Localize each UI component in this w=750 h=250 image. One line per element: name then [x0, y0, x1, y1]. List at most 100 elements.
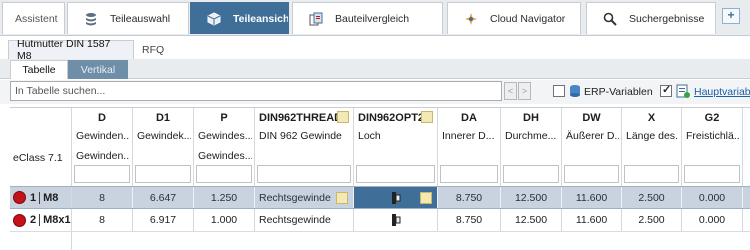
- tab-teileansicht[interactable]: Teileansicht: [190, 2, 289, 34]
- column-header-x[interactable]: X Länge des...: [622, 108, 682, 186]
- column-name: Äußerer D...: [566, 130, 619, 142]
- column-header-dw[interactable]: DW Äußerer D...: [562, 108, 622, 186]
- cell-din962thread[interactable]: Rechtsgewinde: [255, 187, 354, 208]
- filter-input-d[interactable]: [74, 165, 130, 183]
- main-tab-strip: Assistent Teileauswahl Teileansicht Baut…: [0, 0, 750, 36]
- column-header-g2[interactable]: G2 Freistichlä...: [682, 108, 743, 186]
- column-unit: Gewindes...: [198, 150, 252, 162]
- eclass-label: eClass 7.1: [13, 152, 63, 164]
- tab-tabelle[interactable]: Tabelle: [10, 60, 68, 79]
- column-code: DW: [582, 112, 601, 124]
- column-code: P: [220, 112, 228, 124]
- column-header-din962thread[interactable]: DIN962THREAD DIN 962 Gewinde: [255, 108, 354, 186]
- cell-x[interactable]: 2.500: [622, 187, 682, 208]
- status-dot-icon: [13, 191, 26, 204]
- main-variables-link[interactable]: Hauptvariablen: [694, 86, 750, 98]
- cell-da[interactable]: 8.750: [438, 187, 501, 208]
- filter-input-din962thread[interactable]: [257, 165, 351, 183]
- row-number: 2: [30, 214, 37, 226]
- row-header[interactable]: 2 M8x1: [10, 209, 72, 231]
- filter-input-g2[interactable]: [684, 165, 740, 183]
- tab-teileansicht-label: Teileansicht: [233, 12, 289, 25]
- cell-din962opt2[interactable]: [354, 187, 438, 208]
- previous-button[interactable]: <: [504, 82, 517, 100]
- table-row[interactable]: 1 M8 8 6.647 1.250 Rechtsgewinde 8.750 1…: [10, 186, 750, 209]
- cell-dh[interactable]: 12.500: [501, 209, 562, 231]
- cell-dw[interactable]: 11.600: [562, 187, 622, 208]
- cell-d1[interactable]: 6.647: [133, 187, 194, 208]
- cell-p[interactable]: 1.250: [194, 187, 255, 208]
- column-header-d[interactable]: D Gewinden... Gewinden...: [72, 108, 133, 186]
- column-name: Gewindes...: [198, 130, 252, 142]
- tab-part[interactable]: Hutmutter DIN 1587 M8: [8, 38, 134, 62]
- next-button[interactable]: >: [518, 82, 531, 100]
- tab-cloud-navigator[interactable]: Cloud Navigator: [447, 2, 581, 34]
- filter-input-p[interactable]: [196, 165, 252, 183]
- pencil-icon[interactable]: [421, 111, 433, 123]
- hole-icon: [391, 212, 401, 228]
- filter-input-dw[interactable]: [564, 165, 619, 183]
- cell-d[interactable]: 8: [72, 187, 133, 208]
- column-header-da[interactable]: DA Innerer D...: [438, 108, 501, 186]
- part-tab-strip: Hutmutter DIN 1587 M8 RFQ: [0, 37, 750, 62]
- pencil-icon[interactable]: [420, 192, 432, 204]
- filter-input-da[interactable]: [440, 165, 498, 183]
- column-code: X: [647, 112, 656, 124]
- row-header-column: eClass 7.1: [10, 108, 72, 186]
- cell-dh[interactable]: 12.500: [501, 187, 562, 208]
- column-name: Innerer D...: [442, 130, 495, 142]
- filter-input-dh[interactable]: [503, 165, 559, 183]
- tab-rfq[interactable]: RFQ: [134, 40, 174, 59]
- column-name: Durchme...: [505, 130, 557, 142]
- column-name: Loch: [358, 130, 381, 142]
- cell-x[interactable]: 2.500: [622, 209, 682, 231]
- search-icon: [603, 12, 617, 26]
- add-tab-button[interactable]: +: [722, 8, 740, 24]
- hole-icon: [391, 190, 401, 206]
- variables-table: eClass 7.1 D Gewinden... Gewinden... D1 …: [10, 107, 750, 250]
- row-header[interactable]: 1 M8: [10, 187, 72, 208]
- cell-d[interactable]: 8: [72, 209, 133, 231]
- cell-d1[interactable]: 6.917: [133, 209, 194, 231]
- tab-teileauswahl-label: Teileauswahl: [110, 12, 171, 25]
- cell-din962opt2[interactable]: [354, 209, 438, 231]
- empty-cell: [10, 232, 72, 250]
- column-code: D: [98, 112, 106, 124]
- empty-table-area: [10, 232, 750, 250]
- tab-teileauswahl[interactable]: Teileauswahl: [67, 2, 189, 34]
- column-header-dh[interactable]: DH Durchme...: [501, 108, 562, 186]
- column-name: Freistichlä...: [686, 130, 740, 142]
- cell-g2[interactable]: 0.000: [682, 187, 743, 208]
- row-key: M8: [39, 191, 58, 204]
- cell-da[interactable]: 8.750: [438, 209, 501, 231]
- pencil-icon[interactable]: [336, 192, 348, 204]
- tab-vertikal[interactable]: Vertikal: [68, 60, 128, 79]
- tab-bauteilvergleich[interactable]: Bauteilvergleich: [292, 2, 443, 34]
- pencil-icon[interactable]: [337, 111, 349, 123]
- column-header-din962opt2[interactable]: DIN962OPT2 Loch: [354, 108, 438, 186]
- cube-icon: [207, 11, 221, 26]
- column-unit: Gewinden...: [76, 150, 130, 162]
- erp-variables-checkbox[interactable]: [553, 85, 565, 97]
- filter-input-din962opt2[interactable]: [356, 165, 435, 183]
- tab-assistent-label: Assistent: [15, 12, 58, 25]
- database-icon: [569, 84, 581, 98]
- column-code: G2: [704, 112, 720, 124]
- column-code: D1: [155, 112, 171, 124]
- tab-suchergebnisse-label: Suchergebnisse: [629, 12, 705, 25]
- table-row[interactable]: 2 M8x1 8 6.917 1.000 Rechtsgewinde 8.750…: [10, 209, 750, 232]
- filter-input-d1[interactable]: [135, 165, 191, 183]
- cell-din962thread[interactable]: Rechtsgewinde: [255, 209, 354, 231]
- erp-variables-label[interactable]: ERP-Variablen: [584, 86, 653, 98]
- cell-g2[interactable]: 0.000: [682, 209, 743, 231]
- tab-suchergebnisse[interactable]: Suchergebnisse: [586, 2, 716, 34]
- cell-dw[interactable]: 11.600: [562, 209, 622, 231]
- stack-icon: [84, 12, 98, 26]
- main-variables-checkbox[interactable]: [660, 83, 672, 97]
- filter-input-x[interactable]: [624, 165, 679, 183]
- table-search-input[interactable]: [10, 81, 502, 101]
- column-header-p[interactable]: P Gewindes... Gewindes...: [194, 108, 255, 186]
- column-header-d1[interactable]: D1 Gewindek...: [133, 108, 194, 186]
- cell-p[interactable]: 1.000: [194, 209, 255, 231]
- tab-assistent[interactable]: Assistent: [2, 2, 65, 34]
